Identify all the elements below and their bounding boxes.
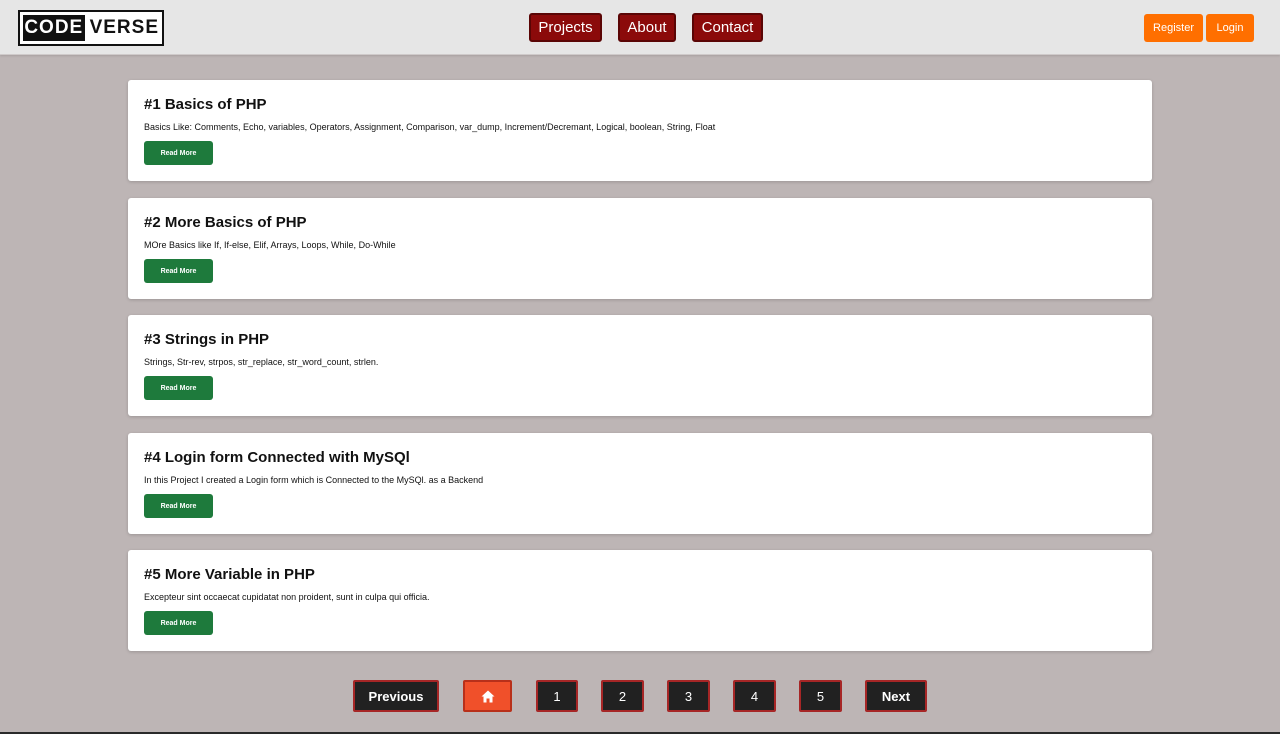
read-more-button[interactable]: Read More — [144, 259, 213, 283]
home-icon — [481, 690, 494, 702]
next-page-button[interactable]: Next — [865, 680, 927, 712]
post-description: Basics Like: Comments, Echo, variables, … — [144, 122, 716, 132]
post-card: #1 Basics of PHP Basics Like: Comments, … — [128, 80, 1152, 181]
home-page-button[interactable] — [463, 680, 512, 712]
page-1-button[interactable]: 1 — [536, 680, 578, 712]
post-title: #5 More Variable in PHP — [144, 566, 315, 583]
read-more-button[interactable]: Read More — [144, 141, 213, 165]
top-navbar: CODE VERSE Projects About Contact Regist… — [0, 0, 1280, 55]
nav-contact-button[interactable]: Contact — [692, 13, 763, 42]
page-2-button[interactable]: 2 — [601, 680, 644, 712]
post-title: #4 Login form Connected with MySQl — [144, 449, 410, 466]
previous-page-button[interactable]: Previous — [353, 680, 439, 712]
logo-code-text: CODE — [23, 15, 85, 41]
nav-about-button[interactable]: About — [618, 13, 676, 42]
post-card: #2 More Basics of PHP MOre Basics like I… — [128, 198, 1152, 299]
post-title: #2 More Basics of PHP — [144, 214, 307, 231]
read-more-button[interactable]: Read More — [144, 494, 213, 518]
logo-verse-text: VERSE — [89, 17, 159, 38]
login-button[interactable]: Login — [1206, 14, 1254, 42]
post-title: #3 Strings in PHP — [144, 331, 270, 348]
read-more-button[interactable]: Read More — [144, 376, 213, 400]
post-description: In this Project I created a Login form w… — [144, 475, 484, 485]
brand-logo[interactable]: CODE VERSE — [18, 10, 164, 46]
post-card: #4 Login form Connected with MySQl In th… — [128, 433, 1152, 534]
post-description: Excepteur sint occaecat cupidatat non pr… — [144, 592, 430, 602]
page-4-button[interactable]: 4 — [733, 680, 776, 712]
post-description: MOre Basics like If, If-else, Elif, Arra… — [144, 240, 396, 250]
nav-projects-button[interactable]: Projects — [529, 13, 602, 42]
post-card: #3 Strings in PHP Strings, Str-rev, strp… — [128, 315, 1152, 416]
page-3-button[interactable]: 3 — [667, 680, 710, 712]
read-more-button[interactable]: Read More — [144, 611, 213, 635]
page-5-button[interactable]: 5 — [799, 680, 842, 712]
post-title: #1 Basics of PHP — [144, 96, 267, 113]
post-description: Strings, Str-rev, strpos, str_replace, s… — [144, 357, 379, 367]
post-card: #5 More Variable in PHP Excepteur sint o… — [128, 550, 1152, 651]
register-button[interactable]: Register — [1144, 14, 1203, 42]
